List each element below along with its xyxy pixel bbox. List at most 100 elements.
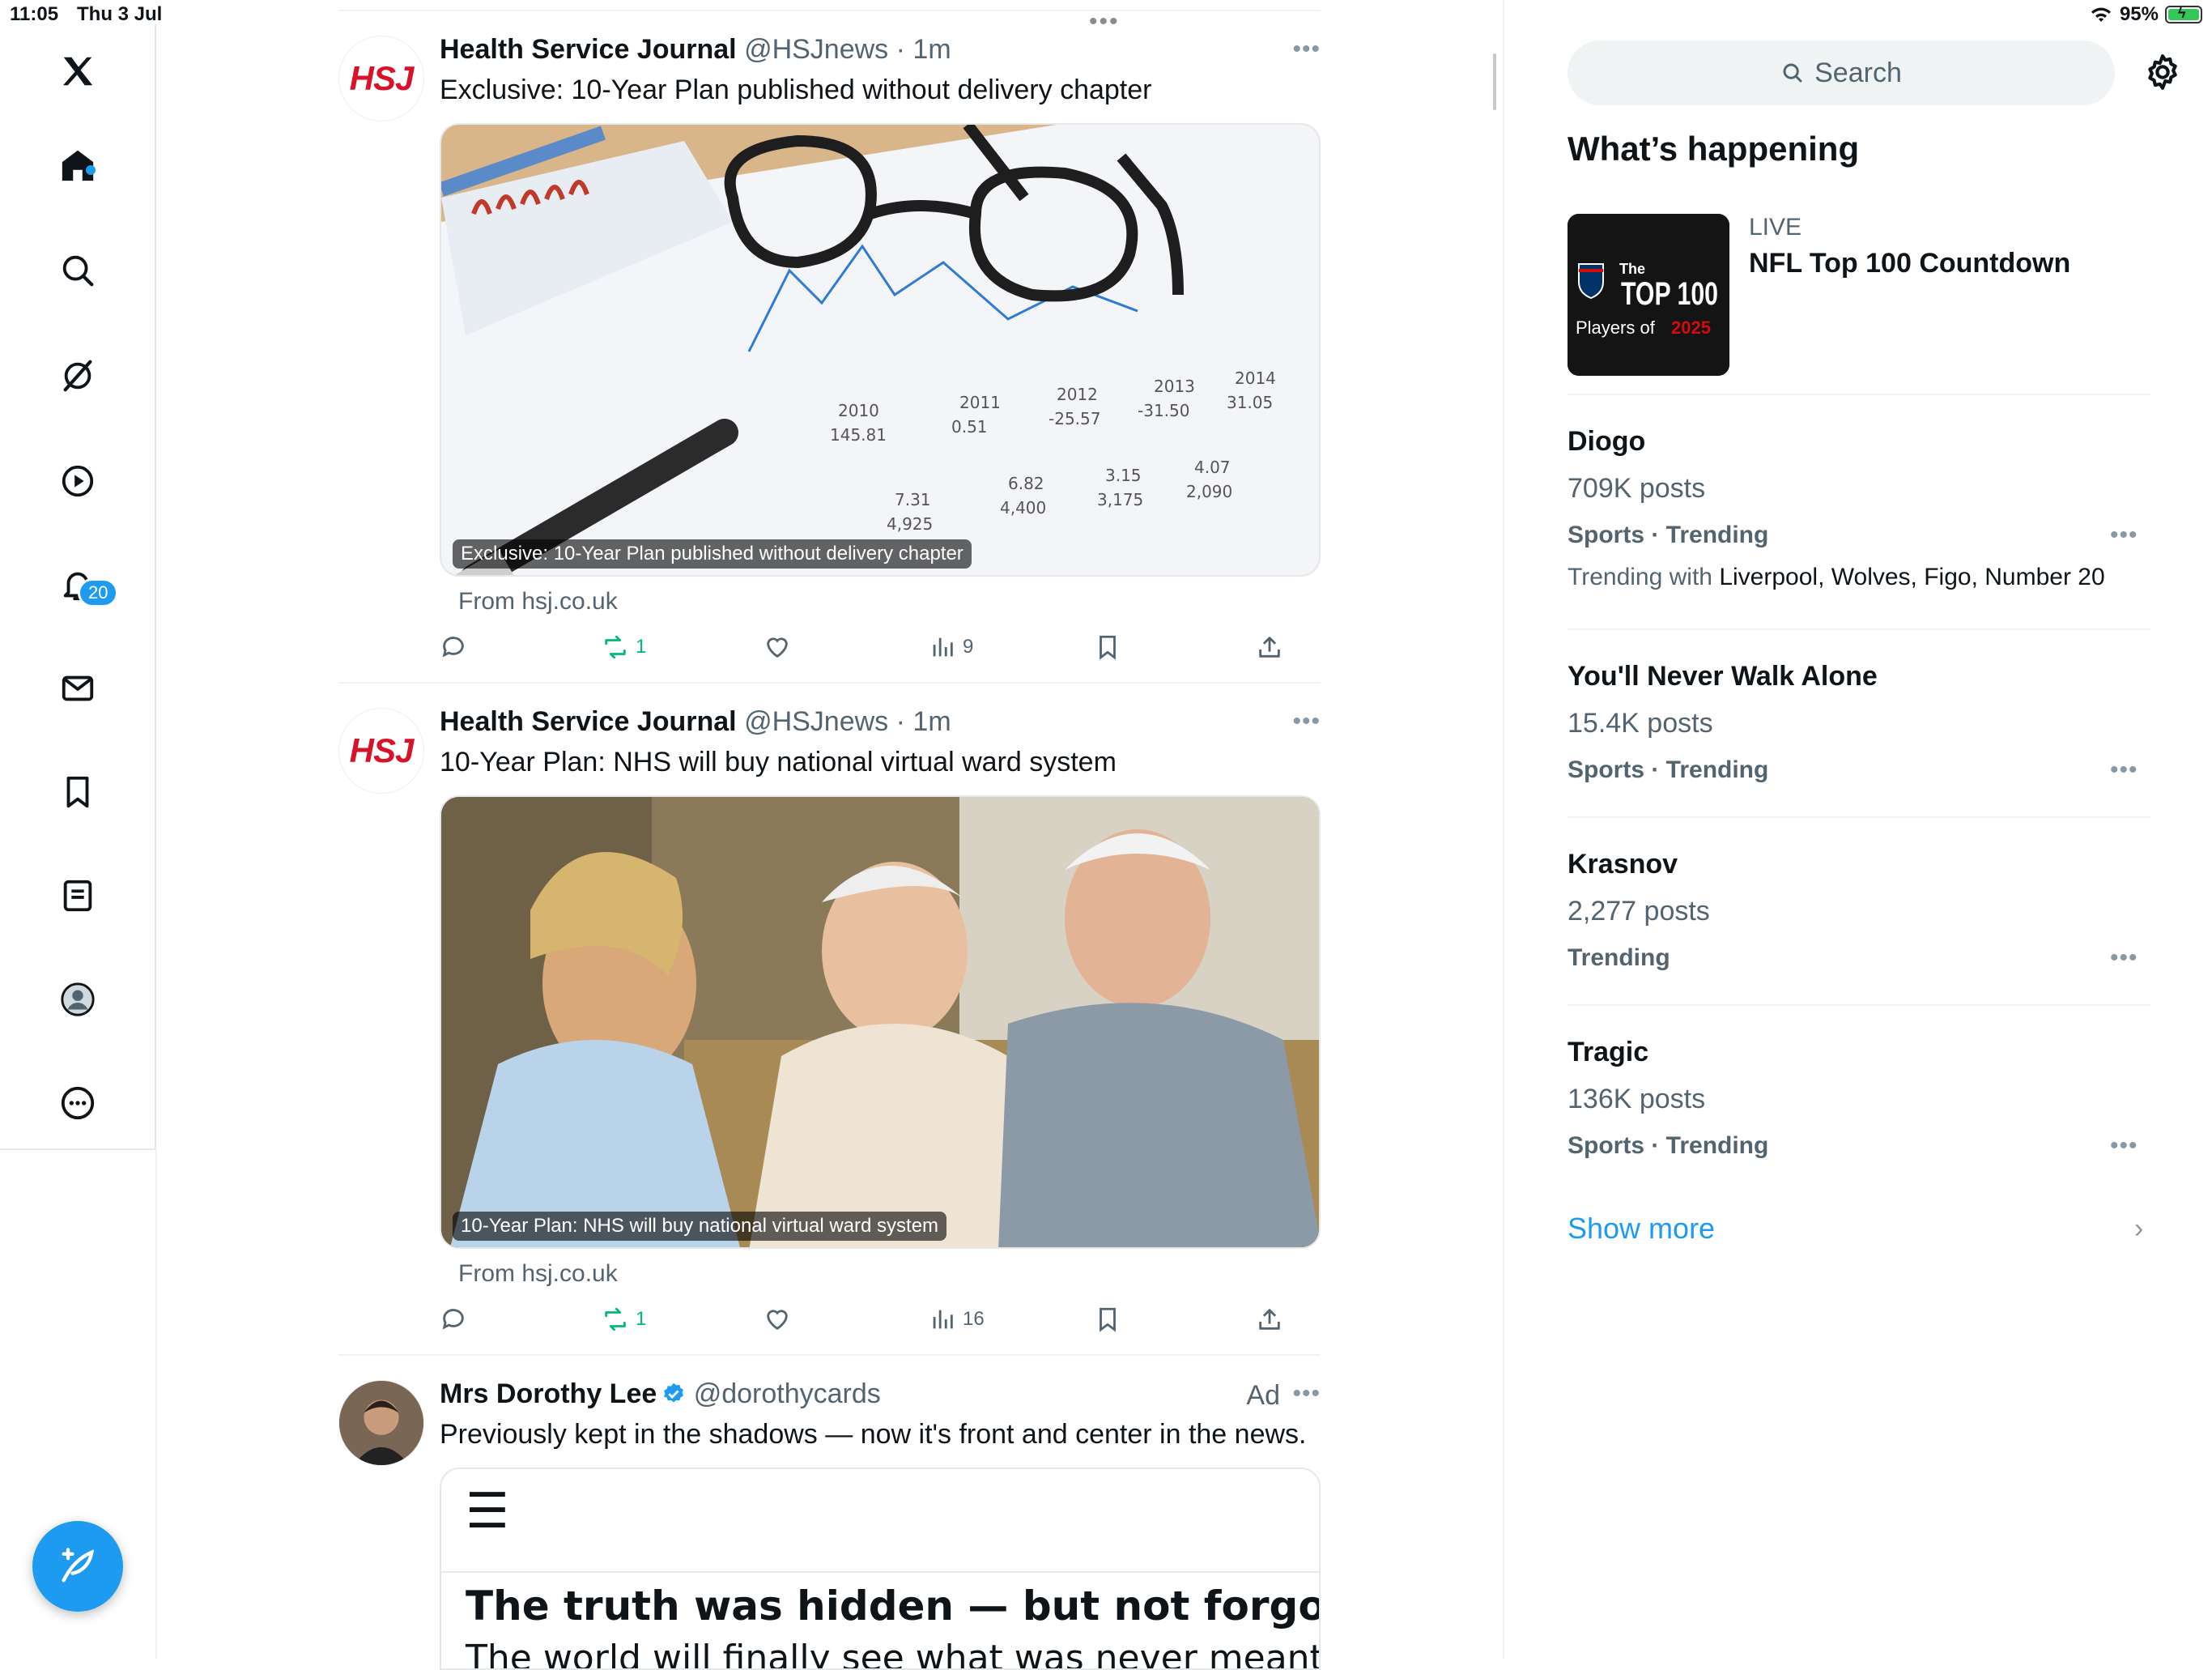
tweet-divider — [338, 682, 1321, 684]
glasses-chart-illustration: 2010 2011 2012 2013 2014 145.81 0.51 -25.57 -31… — [441, 125, 1319, 575]
feed-scrollbar[interactable] — [1493, 53, 1496, 110]
svg-text:4,925: 4,925 — [887, 514, 933, 534]
tweet-divider — [338, 1354, 1321, 1356]
views-button[interactable]: 16 — [929, 1306, 985, 1333]
promoted-tweet[interactable]: Mrs Dorothy Lee @dorothycards Ad ••• Pre… — [338, 1378, 1321, 1670]
tweet-header: Health Service Journal @HSJnews · 1m — [440, 706, 951, 738]
svg-text:145.81: 145.81 — [830, 425, 887, 445]
battery-percent: 95% — [2119, 3, 2159, 25]
svg-text:0.51: 0.51 — [951, 417, 988, 437]
bookmark-icon — [1100, 1307, 1116, 1332]
wifi-icon — [2091, 7, 2111, 23]
tweet[interactable]: HSJ Health Service Journal @HSJnews · 1m… — [338, 34, 1321, 667]
trend-category: Sports · Trending — [1568, 1132, 1769, 1159]
compose-post-button[interactable] — [32, 1521, 123, 1612]
svg-text:2010: 2010 — [838, 401, 879, 420]
hsj-logo: HSJ — [349, 59, 415, 97]
share-button[interactable] — [1256, 633, 1283, 661]
author-name[interactable]: Health Service Journal — [440, 706, 737, 737]
svg-text:3.15: 3.15 — [1105, 466, 1142, 485]
tweet-image-glasses-chart[interactable]: 2010 2011 2012 2013 2014 145.81 0.51 -25.57 -31… — [440, 123, 1321, 577]
trend-more-icon[interactable]: ••• — [2110, 522, 2138, 549]
ad-link-card[interactable]: ☰ The truth was hidden — but not forgott… — [440, 1468, 1321, 1670]
post-time: · 1m — [895, 34, 951, 65]
live-label: LIVE — [1749, 214, 1802, 241]
author-handle[interactable]: @HSJnews — [744, 34, 888, 65]
tweet-more-icon[interactable]: ••• — [1292, 708, 1321, 735]
author-name[interactable]: Mrs Dorothy Lee — [440, 1378, 657, 1409]
nfl-live-thumbnail[interactable]: The TOP 100 Players of 2025 — [1568, 214, 1729, 376]
trending-with-topics[interactable]: Liverpool, Wolves, Figo, Number 20 — [1719, 564, 2104, 590]
hsj-avatar[interactable]: HSJ — [338, 708, 424, 794]
more-icon[interactable] — [55, 1080, 100, 1126]
trend-title[interactable]: Krasnov — [1568, 849, 1678, 880]
svg-text:31.05: 31.05 — [1227, 393, 1273, 412]
views-count: 9 — [963, 636, 974, 658]
link-source[interactable]: From hsj.co.uk — [458, 588, 618, 616]
tweet-text: 10-Year Plan: NHS will buy national virt… — [440, 747, 1117, 777]
trend-post-count: 15.4K posts — [1568, 708, 1713, 739]
reply-icon — [442, 637, 464, 658]
grok-icon[interactable] — [55, 353, 100, 398]
trend-title[interactable]: Tragic — [1568, 1037, 1648, 1068]
messages-icon[interactable] — [55, 666, 100, 711]
x-logo-icon[interactable] — [55, 49, 100, 94]
video-icon[interactable] — [55, 458, 100, 504]
card-subtitle: The world will finally see what was neve… — [466, 1638, 1321, 1670]
views-button[interactable]: 9 — [929, 633, 973, 661]
tweet[interactable]: HSJ Health Service Journal @HSJnews · 1m… — [338, 706, 1321, 1340]
reply-button[interactable] — [440, 1306, 467, 1333]
tweet-more-icon[interactable]: ••• — [1292, 1380, 1321, 1408]
media-caption: Exclusive: 10-Year Plan published withou… — [453, 539, 972, 569]
trend-divider — [1568, 816, 2150, 818]
trend-title[interactable]: You'll Never Walk Alone — [1568, 661, 1878, 692]
retweet-count: 1 — [636, 1308, 647, 1330]
svg-text:2014: 2014 — [1235, 369, 1276, 388]
profile-photo — [339, 1381, 423, 1465]
status-date: Thu 3 Jul — [77, 3, 163, 25]
like-button[interactable] — [764, 1306, 791, 1333]
search-placeholder: Search — [1814, 57, 1902, 88]
share-button[interactable] — [1256, 1306, 1283, 1333]
home-icon[interactable] — [55, 143, 100, 188]
svg-text:2011: 2011 — [959, 393, 1001, 412]
trend-more-icon[interactable]: ••• — [2110, 756, 2138, 784]
live-event-title[interactable]: NFL Top 100 Countdown — [1749, 248, 2070, 279]
retweet-button[interactable]: 1 — [602, 1306, 646, 1333]
thumb-year: 2025 — [1671, 317, 1711, 338]
chevron-right-icon[interactable]: › — [2134, 1213, 2143, 1245]
dorothy-avatar[interactable] — [338, 1380, 424, 1466]
trend-post-count: 2,277 posts — [1568, 896, 1710, 927]
profile-avatar-icon[interactable] — [55, 977, 100, 1022]
search-icon — [1783, 63, 1802, 83]
like-button[interactable] — [764, 633, 791, 661]
multitask-handle[interactable]: ••• — [1089, 8, 1120, 36]
tweet-more-icon[interactable]: ••• — [1292, 36, 1321, 63]
lists-icon[interactable] — [55, 873, 100, 918]
feed-top-divider — [338, 10, 1321, 11]
bookmark-button[interactable] — [1094, 633, 1121, 661]
search-icon[interactable] — [55, 248, 100, 293]
gear-icon[interactable] — [2142, 52, 2183, 92]
link-source[interactable]: From hsj.co.uk — [458, 1260, 618, 1288]
tweet-image-nurse-patients[interactable]: 10-Year Plan: NHS will buy national virt… — [440, 795, 1321, 1249]
author-handle[interactable]: @dorothycards — [694, 1378, 881, 1409]
author-name[interactable]: Health Service Journal — [440, 34, 737, 65]
sidebar-divider — [155, 1150, 157, 1659]
bookmarks-icon[interactable] — [55, 769, 100, 815]
reply-button[interactable] — [440, 633, 467, 661]
trend-title[interactable]: Diogo — [1568, 426, 1645, 458]
show-more-link[interactable]: Show more — [1568, 1212, 1715, 1246]
svg-text:3,175: 3,175 — [1097, 490, 1143, 509]
bookmark-button[interactable] — [1094, 1306, 1121, 1333]
left-sidebar: 20 — [0, 24, 156, 1150]
hsj-avatar[interactable]: HSJ — [338, 36, 424, 121]
author-handle[interactable]: @HSJnews — [744, 706, 888, 737]
svg-text:2013: 2013 — [1154, 377, 1195, 396]
search-input[interactable]: Search — [1568, 40, 2115, 105]
trend-more-icon[interactable]: ••• — [2110, 1132, 2138, 1160]
retweet-button[interactable]: 1 — [602, 633, 646, 661]
trend-more-icon[interactable]: ••• — [2110, 944, 2138, 972]
trend-post-count: 136K posts — [1568, 1084, 1706, 1114]
nurse-with-elderly-couple-photo — [441, 797, 1319, 1247]
